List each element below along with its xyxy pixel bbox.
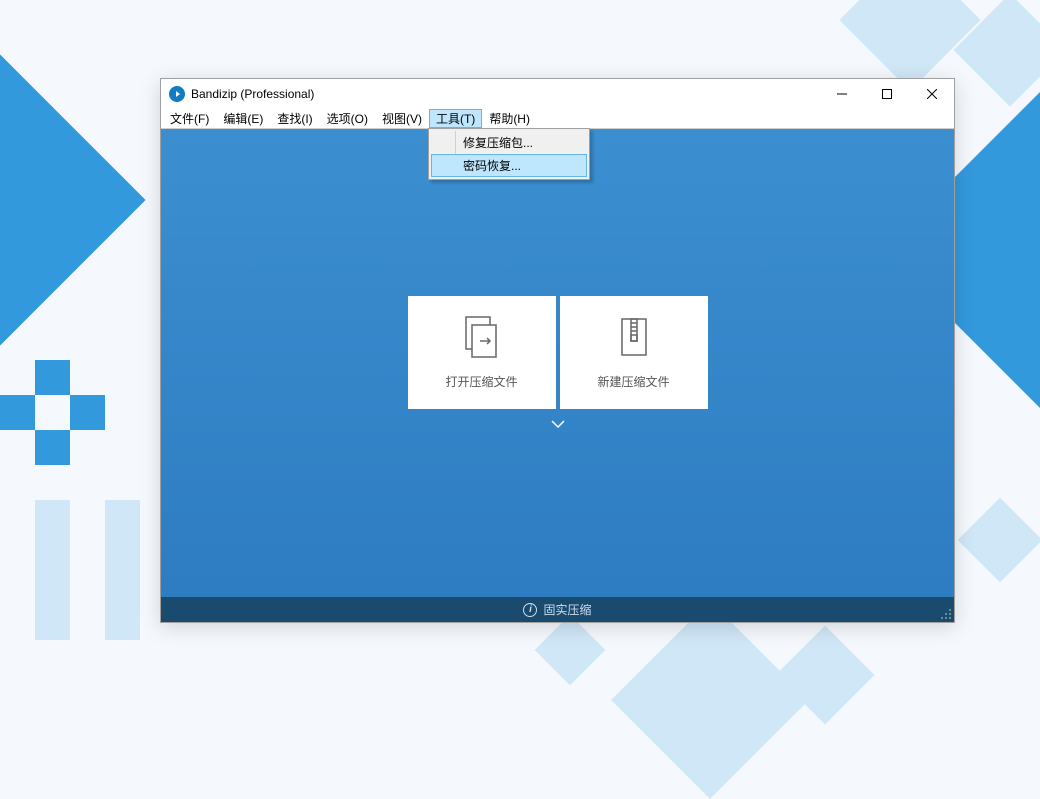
menu-bar: 文件(F) 编辑(E) 查找(I) 选项(O) 视图(V) 工具(T) 帮助(H… xyxy=(161,109,954,129)
open-archive-icon xyxy=(462,315,502,359)
app-window: Bandizip (Professional) 文件(F) 编辑(E) 查找(I… xyxy=(160,78,955,623)
status-text: 固实压缩 xyxy=(543,601,591,618)
info-icon: i xyxy=(523,603,537,617)
new-archive-icon xyxy=(614,315,654,359)
menu-help[interactable]: 帮助(H) xyxy=(482,109,537,128)
menu-edit[interactable]: 编辑(E) xyxy=(216,109,270,128)
menu-find[interactable]: 查找(I) xyxy=(270,109,319,128)
tools-dropdown: 修复压缩包... 密码恢复... xyxy=(428,128,590,180)
resize-grip[interactable] xyxy=(940,608,952,620)
dropdown-password-recovery[interactable]: 密码恢复... xyxy=(431,154,587,177)
close-button[interactable] xyxy=(909,79,954,109)
action-cards: 打开压缩文件 新建压缩文件 xyxy=(408,296,708,409)
maximize-button[interactable] xyxy=(864,79,909,109)
open-archive-card[interactable]: 打开压缩文件 xyxy=(408,296,556,409)
menu-view[interactable]: 视图(V) xyxy=(375,109,429,128)
title-bar[interactable]: Bandizip (Professional) xyxy=(161,79,954,109)
menu-file[interactable]: 文件(F) xyxy=(163,109,216,128)
app-icon xyxy=(169,86,185,102)
menu-tools[interactable]: 工具(T) xyxy=(429,109,482,128)
new-archive-label: 新建压缩文件 xyxy=(597,373,669,390)
content-area: 打开压缩文件 新建压缩文件 xyxy=(161,129,954,597)
status-bar: i 固实压缩 xyxy=(161,597,954,622)
minimize-button[interactable] xyxy=(819,79,864,109)
new-archive-card[interactable]: 新建压缩文件 xyxy=(560,296,708,409)
open-archive-label: 打开压缩文件 xyxy=(445,373,517,390)
window-title: Bandizip (Professional) xyxy=(191,87,819,101)
menu-options[interactable]: 选项(O) xyxy=(320,109,375,128)
dropdown-repair-archive[interactable]: 修复压缩包... xyxy=(431,131,587,154)
window-controls xyxy=(819,79,954,109)
chevron-down-icon[interactable] xyxy=(551,417,565,431)
